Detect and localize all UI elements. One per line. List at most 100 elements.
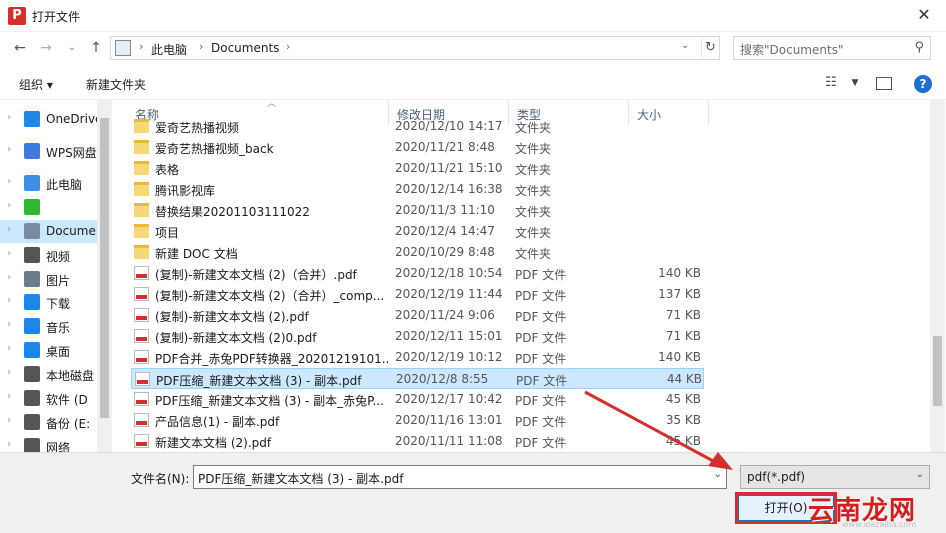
sidebar-item-label: 桌面 <box>46 345 71 359</box>
file-row[interactable]: 新建文本文档 (2).pdf 2020/11/11 11:08 PDF 文件 45 K… <box>131 431 704 452</box>
expand-chevron-icon[interactable]: › <box>7 367 11 378</box>
expand-chevron-icon[interactable]: › <box>7 295 11 306</box>
file-type-filter-select[interactable]: pdf(*.pdf) ⌄ <box>740 465 930 489</box>
file-size: 71 KB <box>665 308 701 322</box>
file-row[interactable]: 爱奇艺热播视频 2020/12/10 14:17 文件夹 <box>131 116 704 137</box>
expand-chevron-icon[interactable]: › <box>7 272 11 283</box>
file-size: 140 KB <box>658 350 701 364</box>
file-row[interactable]: 替换结果20201103111022 2020/11/3 11:10 文件夹 <box>131 200 704 221</box>
help-icon[interactable]: ? <box>914 75 932 93</box>
filename-dropdown-icon[interactable]: ⌄ <box>714 469 722 480</box>
sidebar-scrollbar[interactable] <box>97 100 112 452</box>
expand-chevron-icon[interactable]: › <box>7 439 11 450</box>
breadcrumb-separator-icon[interactable]: › <box>139 40 143 53</box>
breadcrumb-separator-icon[interactable]: › <box>199 40 203 53</box>
expand-chevron-icon[interactable]: › <box>7 112 11 123</box>
file-name: 替换结果20201103111022 <box>155 205 310 219</box>
filter-dropdown-icon[interactable]: ⌄ <box>916 469 924 480</box>
expand-chevron-icon[interactable]: › <box>7 415 11 426</box>
file-row[interactable]: PDF压缩_新建文本文档 (3) - 副本_赤兔P... 2020/12/17 1… <box>131 389 704 410</box>
folder-location-icon <box>115 40 131 56</box>
cloud-icon <box>24 111 40 127</box>
file-date: 2020/12/11 15:01 <box>395 329 503 343</box>
expand-chevron-icon[interactable]: › <box>7 224 11 235</box>
filename-input[interactable]: PDF压缩_新建文本文档 (3) - 副本.pdf ⌄ <box>193 465 727 489</box>
breadcrumb-separator-icon[interactable]: › <box>286 40 290 53</box>
sidebar-item[interactable]: › OneDrive <box>0 108 98 131</box>
file-list-scrollbar-thumb[interactable] <box>933 336 942 406</box>
expand-chevron-icon[interactable]: › <box>7 319 11 330</box>
sidebar-item[interactable]: › 桌面 <box>0 339 97 362</box>
picture-icon <box>24 271 40 287</box>
file-date: 2020/11/11 11:08 <box>395 434 503 448</box>
file-date: 2020/12/8 8:55 <box>396 372 489 386</box>
sidebar-item[interactable]: › 图片 <box>0 268 97 291</box>
folder-icon <box>134 161 149 175</box>
expand-chevron-icon[interactable]: › <box>7 391 11 402</box>
back-arrow-icon[interactable]: ← <box>10 38 30 58</box>
sidebar-item[interactable]: › WPS网盘 <box>0 140 97 163</box>
file-row[interactable]: 新建 DOC 文档 2020/10/29 8:48 文件夹 <box>131 242 704 263</box>
expand-chevron-icon[interactable]: › <box>7 144 11 155</box>
expand-chevron-icon[interactable]: › <box>7 248 11 259</box>
file-row[interactable]: PDF合并_赤兔PDF转换器_20201219101... 2020/12/19 … <box>131 347 704 368</box>
sort-ascending-icon: ︿ <box>267 100 277 109</box>
sidebar-item[interactable]: › 本地磁盘 <box>0 363 97 386</box>
file-name: 爱奇艺热播视频_back <box>155 142 274 156</box>
file-row[interactable]: (复制)-新建文本文档 (2)（合并）.pdf 2020/12/18 10:54 P… <box>131 263 704 284</box>
file-name: 项目 <box>155 226 180 240</box>
file-row[interactable]: (复制)-新建文本文档 (2)（合并）_comp... 2020/12/19 11… <box>131 284 704 305</box>
file-list-scrollbar[interactable] <box>930 100 945 452</box>
sidebar-item-label: 网络 <box>46 441 71 452</box>
sidebar-item[interactable]: › Documents <box>0 220 98 243</box>
file-row[interactable]: 腾讯影视库 2020/12/14 16:38 文件夹 <box>131 179 704 200</box>
pdf-file-icon <box>134 392 149 406</box>
expand-chevron-icon[interactable]: › <box>7 200 11 211</box>
sidebar-item[interactable]: › 网络 <box>0 435 97 452</box>
expand-chevron-icon[interactable]: › <box>7 176 11 187</box>
sidebar-item-label: 音乐 <box>46 321 71 335</box>
refresh-icon[interactable]: ↻ <box>701 38 719 58</box>
organize-menu-button[interactable]: 组织 ▾ <box>19 76 53 93</box>
file-row[interactable]: 产品信息(1) - 副本.pdf 2020/11/16 13:01 PDF 文件 35… <box>131 410 704 431</box>
watermark-url: www.xiazaiba.com <box>842 520 917 529</box>
close-button[interactable]: ✕ <box>902 0 946 30</box>
recent-locations-chevron-icon[interactable]: ⌄ <box>62 38 82 58</box>
view-options-icon[interactable]: ☷ <box>822 75 840 91</box>
sidebar-item[interactable]: › 视频 <box>0 244 97 267</box>
sidebar-item[interactable]: › 备份 (E: <box>0 411 97 434</box>
file-row[interactable]: 爱奇艺热播视频_back 2020/11/21 8:48 文件夹 <box>131 137 704 158</box>
file-row[interactable]: PDF压缩_新建文本文档 (3) - 副本.pdf 2020/12/8 8:55 P… <box>131 368 704 389</box>
file-name: (复制)-新建文本文档 (2).pdf <box>155 310 309 324</box>
sidebar-item[interactable]: › 软件 (D <box>0 387 97 410</box>
address-bar[interactable]: › 此电脑 › Documents › ⌄ ↻ <box>110 36 720 60</box>
sidebar-item[interactable]: › 下载 <box>0 291 97 314</box>
expand-chevron-icon[interactable]: › <box>7 343 11 354</box>
up-arrow-icon[interactable]: ↑ <box>86 38 106 58</box>
filename-value: PDF压缩_新建文本文档 (3) - 副本.pdf <box>198 472 404 486</box>
search-input[interactable]: 搜索"Documents" ⚲ <box>733 36 931 60</box>
file-row[interactable]: (复制)-新建文本文档 (2).pdf 2020/11/24 9:06 PDF 文件… <box>131 305 704 326</box>
sidebar-item[interactable]: › 音乐 <box>0 315 97 338</box>
sidebar-item[interactable]: › <box>0 196 97 219</box>
file-name: 爱奇艺热播视频 <box>155 121 240 135</box>
view-dropdown-icon[interactable]: ▼ <box>846 75 864 91</box>
pdf-file-icon <box>134 413 149 427</box>
folder-icon <box>134 203 149 217</box>
file-type: 文件夹 <box>515 121 552 135</box>
preview-pane-icon[interactable] <box>876 77 892 90</box>
address-history-dropdown-icon[interactable]: ⌄ <box>681 40 689 51</box>
file-type: 文件夹 <box>515 247 552 261</box>
sidebar-item[interactable]: › 此电脑 <box>0 172 97 195</box>
new-folder-button[interactable]: 新建文件夹 <box>86 76 146 93</box>
breadcrumb-documents[interactable]: Documents <box>211 41 279 55</box>
breadcrumb-this-pc[interactable]: 此电脑 <box>151 41 187 58</box>
network-icon <box>24 438 40 452</box>
file-row[interactable]: (复制)-新建文本文档 (2)0.pdf 2020/12/11 15:01 PDF … <box>131 326 704 347</box>
sidebar-scrollbar-thumb[interactable] <box>100 118 109 418</box>
folder-icon <box>134 182 149 196</box>
search-icon[interactable]: ⚲ <box>914 40 924 55</box>
file-row[interactable]: 表格 2020/11/21 15:10 文件夹 <box>131 158 704 179</box>
forward-arrow-icon[interactable]: → <box>36 38 56 58</box>
file-row[interactable]: 项目 2020/12/4 14:47 文件夹 <box>131 221 704 242</box>
